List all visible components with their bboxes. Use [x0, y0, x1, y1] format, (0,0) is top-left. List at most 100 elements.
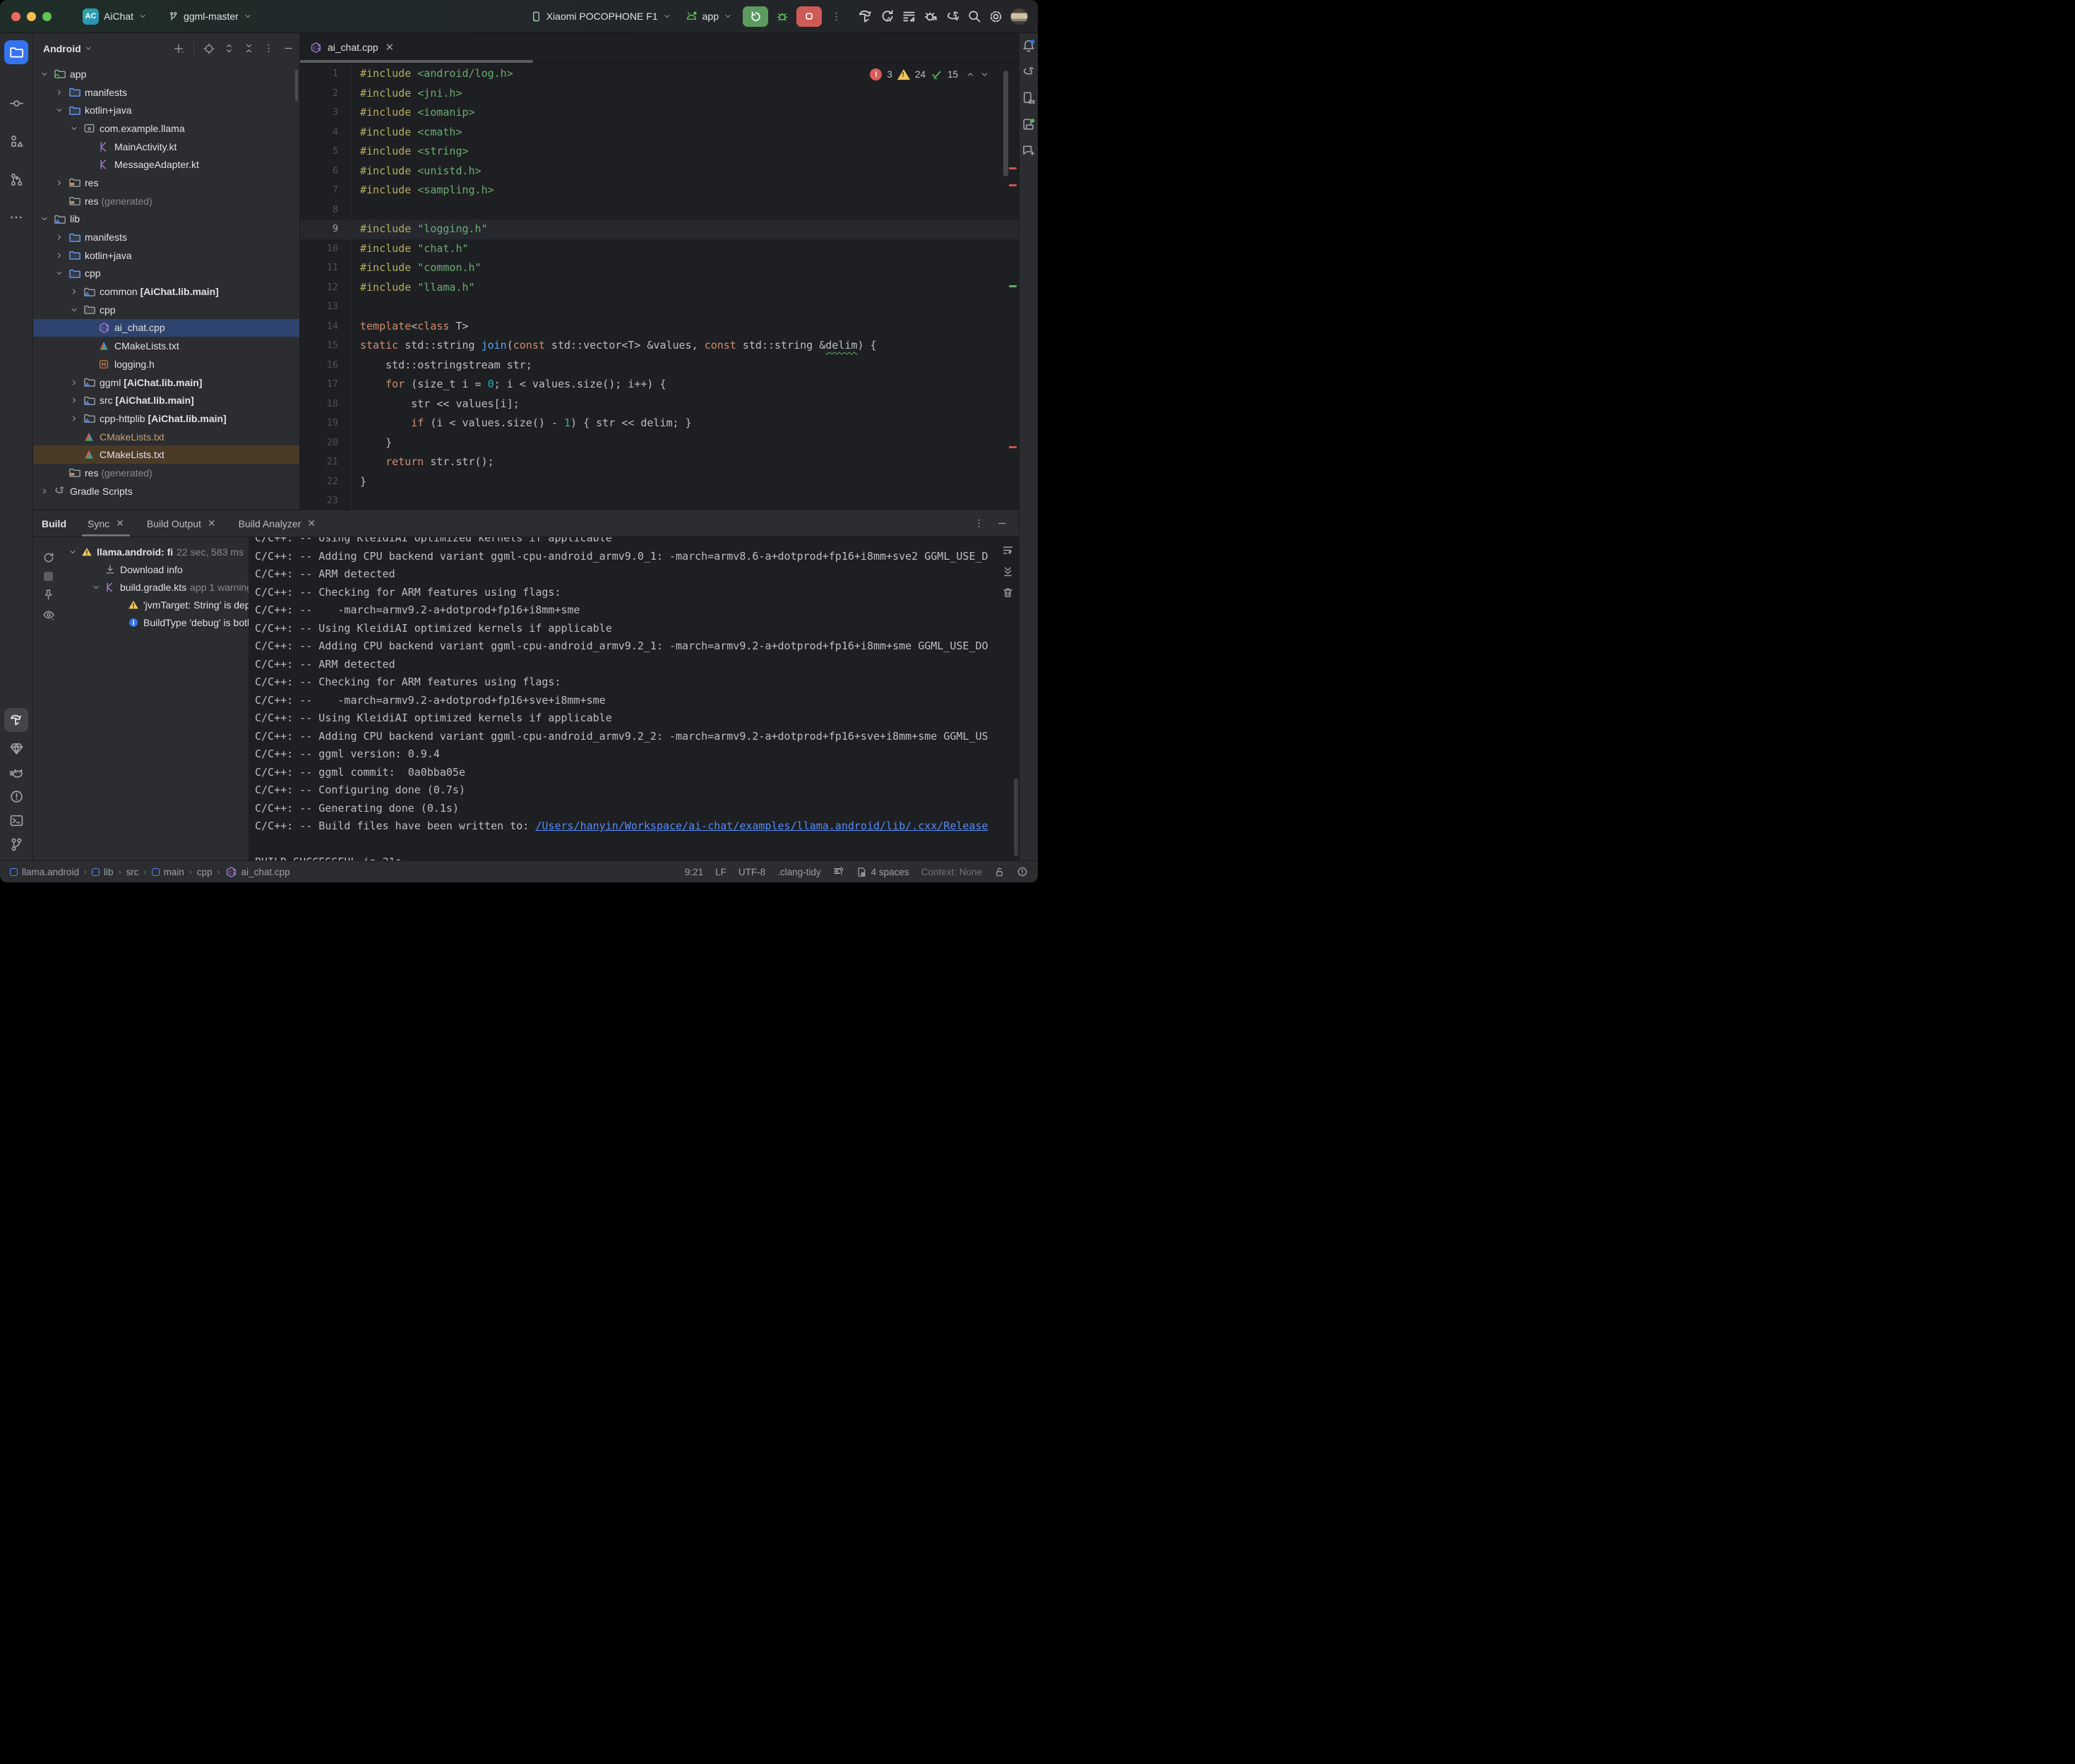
chevron-right-icon[interactable] — [68, 287, 80, 296]
apply-changes-icon[interactable]: A — [880, 9, 895, 24]
gemini-chat-icon[interactable] — [1022, 143, 1036, 157]
hide-panel-icon[interactable] — [283, 43, 294, 54]
breadcrumb-item[interactable]: cpp — [197, 867, 213, 877]
gutter-line-number[interactable]: 9 — [300, 220, 351, 239]
project-tree-row[interactable]: res (generated) — [33, 464, 299, 482]
editor-scrollbar[interactable] — [1003, 71, 1008, 176]
resync-icon[interactable] — [42, 551, 55, 564]
indent-widget[interactable]: 4 spaces — [856, 867, 909, 877]
minimize-window-button[interactable] — [27, 12, 36, 21]
project-tree-row[interactable]: cpp — [33, 301, 299, 319]
gutter-line-number[interactable]: 18 — [300, 395, 351, 414]
project-view-selector[interactable]: Android — [43, 43, 92, 54]
logcat-cat-icon[interactable] — [9, 765, 24, 780]
previous-problem-icon[interactable] — [966, 70, 975, 79]
running-devices-icon[interactable] — [1022, 117, 1036, 131]
project-tree-row[interactable]: res — [33, 174, 299, 192]
chevron-down-icon[interactable] — [38, 215, 51, 223]
change-stripe-mark[interactable] — [1009, 285, 1017, 287]
gutter-line-number[interactable]: 16 — [300, 356, 351, 376]
project-tree-row[interactable]: Gradle Scripts — [33, 482, 299, 500]
error-stripe-mark[interactable] — [1009, 167, 1017, 169]
project-tree-row[interactable]: manifests — [33, 228, 299, 246]
error-indicator-icon[interactable] — [1017, 866, 1028, 877]
project-tree-row[interactable]: kotlin+java — [33, 246, 299, 265]
gutter-line-number[interactable]: 8 — [300, 200, 351, 220]
project-tree-row[interactable]: lib — [33, 210, 299, 229]
build-tab-build-output[interactable]: Build Output✕ — [144, 510, 219, 536]
chevron-right-icon[interactable] — [53, 233, 66, 241]
build-tool-button[interactable] — [4, 708, 28, 732]
error-stripe-mark[interactable] — [1009, 184, 1017, 186]
inspections-widget[interactable]: ! 3 24 15 — [870, 68, 989, 80]
options-kebab-icon[interactable] — [263, 43, 274, 54]
locate-file-icon[interactable] — [203, 43, 215, 54]
pin-icon[interactable] — [42, 589, 54, 601]
lock-open-icon[interactable] — [994, 867, 1005, 877]
project-tree-row[interactable]: ggml [AiChat.lib.main] — [33, 373, 299, 392]
build-output-path-link[interactable]: /Users/hanyin/Workspace/ai-chat/examples… — [535, 820, 988, 832]
chevron-right-icon[interactable] — [53, 251, 66, 260]
expand-all-icon[interactable] — [224, 43, 234, 54]
chevron-right-icon[interactable] — [68, 396, 80, 404]
scroll-to-end-icon[interactable] — [1002, 565, 1014, 577]
code-style-icon[interactable] — [833, 866, 844, 877]
notifications-bell-icon[interactable] — [1022, 39, 1036, 53]
next-problem-icon[interactable] — [980, 70, 989, 79]
gutter-line-number[interactable]: 12 — [300, 278, 351, 298]
chevron-right-icon[interactable] — [53, 179, 66, 187]
vcs-branch-widget[interactable]: ggml-master — [162, 7, 258, 25]
chevron-down-icon[interactable] — [53, 269, 66, 277]
pull-requests-icon[interactable] — [9, 172, 24, 187]
close-window-button[interactable] — [11, 12, 20, 21]
zoom-window-button[interactable] — [42, 12, 52, 21]
gradle-elephant-icon[interactable] — [1022, 65, 1036, 79]
gutter-line-number[interactable]: 7 — [300, 181, 351, 200]
project-tree-row[interactable]: CMakeLists.txt — [33, 337, 299, 355]
gutter-line-number[interactable]: 11 — [300, 258, 351, 278]
problems-icon[interactable] — [9, 789, 24, 804]
project-tree-row[interactable]: res (generated) — [33, 192, 299, 210]
sync-tree-row[interactable]: 'jvmTarget: String' is deprec — [64, 596, 249, 613]
gutter-line-number[interactable]: 23 — [300, 491, 351, 510]
error-stripe-mark[interactable] — [1009, 446, 1017, 448]
close-tab-icon[interactable]: ✕ — [307, 517, 316, 529]
breadcrumb-item[interactable]: llama.android — [10, 867, 79, 877]
project-tool-button[interactable] — [4, 40, 28, 64]
close-tab-icon[interactable]: ✕ — [385, 41, 395, 54]
project-scrollbar[interactable] — [295, 70, 298, 101]
caret-position[interactable]: 9:21 — [685, 867, 703, 877]
console-scrollbar[interactable] — [1014, 779, 1018, 856]
device-manager-icon[interactable] — [1022, 91, 1036, 105]
gutter-line-number[interactable]: 21 — [300, 452, 351, 472]
breadcrumb-item[interactable]: main — [152, 867, 184, 877]
project-tree-row[interactable]: CMakeLists.txt — [33, 428, 299, 446]
project-tree-row[interactable]: kotlin+java — [33, 101, 299, 119]
gutter-line-number[interactable]: 10 — [300, 239, 351, 259]
project-tree-row[interactable]: cpp — [33, 265, 299, 283]
search-everywhere-icon[interactable] — [967, 9, 981, 23]
build-options-kebab-icon[interactable] — [974, 518, 984, 529]
sync-tree-row[interactable]: build.gradle.kts app 1 warning — [64, 578, 249, 596]
project-tree-row[interactable]: app — [33, 65, 299, 83]
project-tree-row[interactable]: CMakeLists.txt — [33, 445, 299, 464]
chevron-right-icon[interactable] — [68, 378, 80, 387]
gutter-line-number[interactable]: 3 — [300, 103, 351, 123]
project-widget[interactable]: AC AiChat — [77, 5, 153, 28]
build-tab-build-analyzer[interactable]: Build Analyzer✕ — [236, 510, 318, 536]
gutter-line-number[interactable]: 17 — [300, 375, 351, 395]
chevron-right-icon[interactable] — [38, 487, 51, 496]
gradle-sync-icon[interactable] — [945, 9, 960, 24]
build-project-icon[interactable] — [858, 9, 873, 24]
profiler-icon[interactable] — [902, 9, 916, 24]
chevron-down-icon[interactable] — [53, 106, 66, 114]
attach-debugger-icon[interactable] — [923, 9, 938, 24]
resource-manager-icon[interactable] — [9, 134, 24, 149]
device-selector[interactable]: Xiaomi POCOPHONE F1 — [525, 7, 677, 25]
breadcrumb-item[interactable]: Cai_chat.cpp — [225, 866, 290, 878]
commit-icon[interactable] — [9, 96, 24, 111]
gutter-line-number[interactable]: 14 — [300, 317, 351, 337]
version-control-icon[interactable] — [9, 837, 24, 852]
stop-app-button[interactable] — [796, 6, 822, 27]
chevron-down-icon[interactable] — [67, 548, 79, 556]
